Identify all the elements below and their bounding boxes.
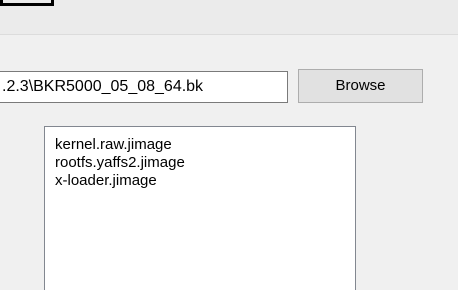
list-item[interactable]: rootfs.yaffs2.jimage [53, 154, 355, 172]
list-item[interactable]: x-loader.jimage [53, 172, 355, 190]
browse-button[interactable]: Browse [298, 69, 423, 103]
list-item[interactable]: kernel.raw.jimage [53, 136, 355, 154]
top-panel [0, 0, 458, 35]
file-path-input[interactable]: .2.3\BKR5000_05_08_64.bk [0, 71, 288, 103]
file-list[interactable]: kernel.raw.jimage rootfs.yaffs2.jimage x… [44, 126, 356, 290]
groupbox-border-fragment [0, 0, 54, 6]
